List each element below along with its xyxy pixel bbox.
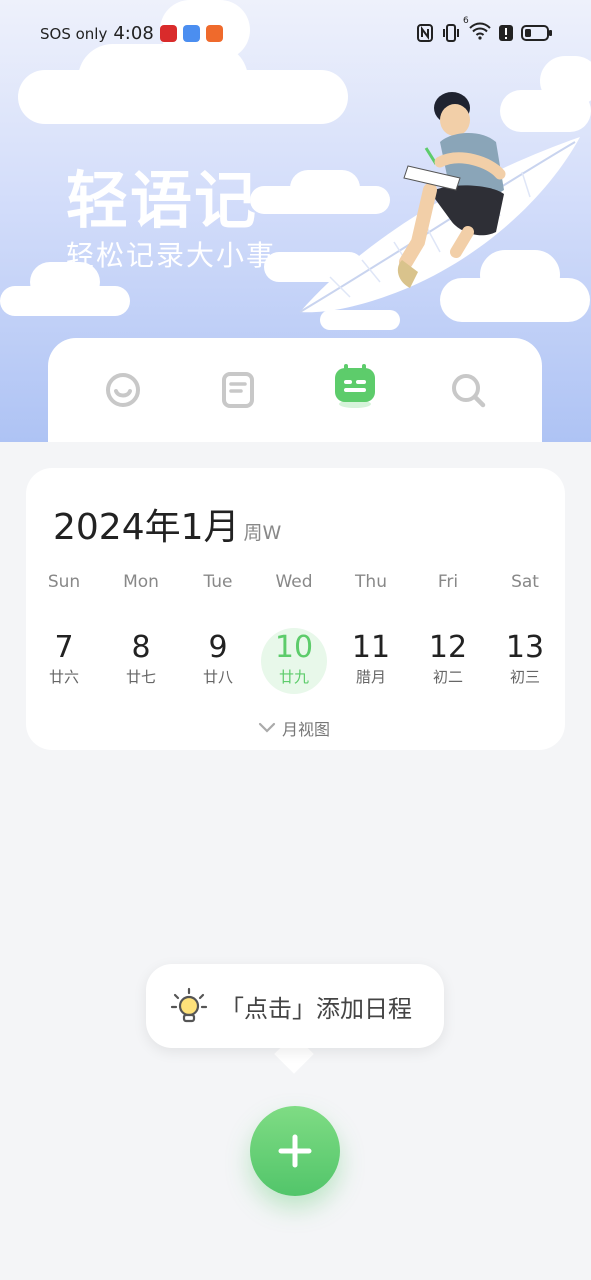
app-subtitle: 轻松记录大小事	[66, 239, 277, 272]
add-schedule-button[interactable]	[250, 1106, 340, 1196]
lunar-date: 廿六	[48, 668, 79, 686]
nfc-icon	[417, 24, 433, 42]
month-view-label: 月视图	[282, 720, 331, 739]
tip-text: 「点击」添加日程	[220, 994, 412, 1023]
lunar-date: 廿九	[278, 668, 309, 686]
wifi-icon	[469, 22, 491, 40]
clock-time: 4:08	[113, 23, 154, 44]
status-bar: SOS only 4:08 6	[0, 0, 591, 66]
calendar-app-icon	[182, 25, 200, 42]
calendar-day[interactable]: 11 腊月	[339, 628, 403, 686]
day-number: 11	[351, 630, 391, 665]
month-header[interactable]: 2024年1月 周W	[53, 498, 281, 550]
weekday-mon: Mon	[123, 572, 159, 592]
plus-icon	[278, 1134, 312, 1168]
app-title: 轻语记	[66, 164, 259, 237]
weekday-wed: Wed	[275, 572, 313, 592]
week-hint: 周W	[243, 522, 282, 544]
tab-mood[interactable]	[101, 368, 145, 412]
news-app-icon	[159, 25, 177, 42]
tab-search[interactable]	[446, 368, 490, 412]
boy-on-feather-illustration	[299, 92, 580, 313]
day-number: 8	[131, 630, 151, 665]
calendar-day[interactable]: 8 廿七	[109, 628, 173, 686]
status-right: 6	[417, 16, 553, 44]
day-number: 9	[208, 630, 228, 665]
status-left: SOS only 4:08	[40, 23, 223, 44]
weekday-thu: Thu	[355, 572, 387, 592]
lightbulb-icon	[170, 987, 208, 1023]
lunar-date: 腊月	[355, 668, 386, 686]
vibrate-icon	[443, 24, 459, 42]
day-number: 10	[274, 630, 314, 665]
calendar-day[interactable]: 12 初二	[416, 628, 480, 686]
chevron-down-icon	[258, 722, 276, 733]
day-number: 7	[54, 630, 74, 665]
carrier-text: SOS only	[40, 24, 108, 43]
calendar-robot-icon	[335, 364, 375, 408]
calendar-day-selected[interactable]: 10 廿九	[262, 628, 326, 686]
calendar-day[interactable]: 9 廿八	[186, 628, 250, 686]
day-number: 12	[428, 630, 468, 665]
tab-notes[interactable]	[216, 368, 260, 412]
add-schedule-tip: 「点击」添加日程	[146, 964, 444, 1048]
weekday-tue: Tue	[203, 572, 233, 592]
smile-face-icon	[106, 373, 140, 407]
wifi-indicator: 6	[463, 16, 491, 44]
notebook-icon	[222, 372, 254, 408]
calendar-day[interactable]: 7 廿六	[32, 628, 96, 686]
download-app-icon	[205, 25, 223, 42]
lunar-date: 初二	[432, 668, 463, 686]
weekday-sat: Sat	[511, 572, 539, 592]
month-label: 2024年1月	[53, 507, 240, 548]
lunar-date: 廿七	[125, 668, 156, 686]
lunar-date: 初三	[509, 668, 540, 686]
wifi-6-label: 6	[463, 16, 469, 26]
weekday-fri: Fri	[437, 572, 459, 592]
weekday-sun: Sun	[47, 572, 81, 592]
month-view-toggle[interactable]: 月视图	[258, 716, 330, 740]
search-icon	[452, 374, 486, 408]
lunar-date: 廿八	[202, 668, 233, 686]
day-number: 13	[505, 630, 545, 665]
feature-tab-bar	[48, 338, 542, 442]
week-calendar-card: 2024年1月 周W Sun Mon Tue Wed Thu Fri Sat 7 …	[26, 468, 565, 750]
calendar-day[interactable]: 13 初三	[493, 628, 557, 686]
alert-icon	[499, 25, 513, 41]
battery-icon	[521, 25, 552, 41]
tab-schedule[interactable]	[330, 360, 380, 410]
